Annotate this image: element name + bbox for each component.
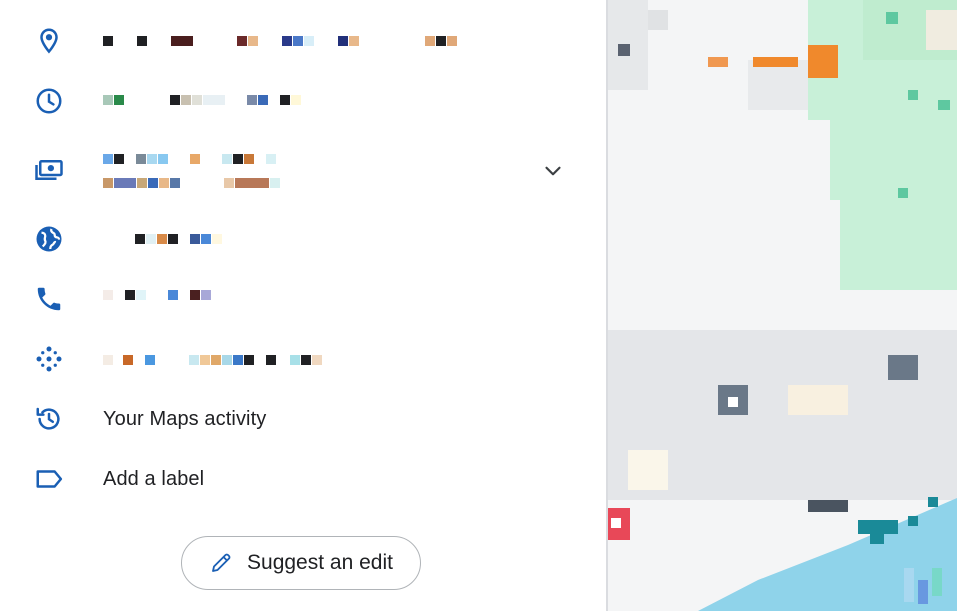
suggest-edit-button[interactable]: Suggest an edit	[181, 536, 421, 590]
map-canvas	[608, 0, 957, 611]
suggest-edit-label: Suggest an edit	[247, 551, 393, 574]
phone-text-redacted	[103, 290, 212, 300]
money-icon	[33, 154, 65, 186]
phone-row[interactable]	[0, 269, 600, 329]
clock-icon	[33, 85, 65, 117]
chevron-down-icon	[545, 166, 561, 176]
plus-code-text-redacted	[103, 355, 323, 365]
globe-icon	[33, 223, 65, 255]
maps-activity-row[interactable]: Your Maps activity	[0, 389, 600, 449]
map-view[interactable]	[608, 0, 957, 611]
plus-code-row[interactable]	[0, 329, 600, 389]
website-row[interactable]	[0, 209, 600, 269]
history-icon	[33, 403, 65, 435]
phone-icon	[33, 283, 65, 315]
hours-text-redacted	[103, 95, 302, 105]
hours-row[interactable]	[0, 71, 600, 131]
address-text-redacted	[103, 36, 458, 46]
expand-price-button[interactable]	[538, 156, 568, 186]
location-pin-icon	[33, 25, 65, 57]
website-text-redacted	[135, 234, 223, 244]
place-details-panel: Your Maps activity Add a label Suggest a…	[0, 0, 607, 611]
maps-activity-label: Your Maps activity	[103, 407, 267, 430]
add-label-label: Add a label	[103, 467, 205, 490]
price-row[interactable]	[0, 140, 600, 200]
label-icon	[33, 463, 65, 495]
plus-code-icon	[33, 343, 65, 375]
price-text-redacted-line1	[103, 154, 277, 164]
address-row[interactable]	[0, 11, 600, 71]
price-text-redacted-line2	[103, 178, 281, 188]
pencil-icon	[212, 553, 231, 572]
add-label-row[interactable]: Add a label	[0, 449, 600, 509]
